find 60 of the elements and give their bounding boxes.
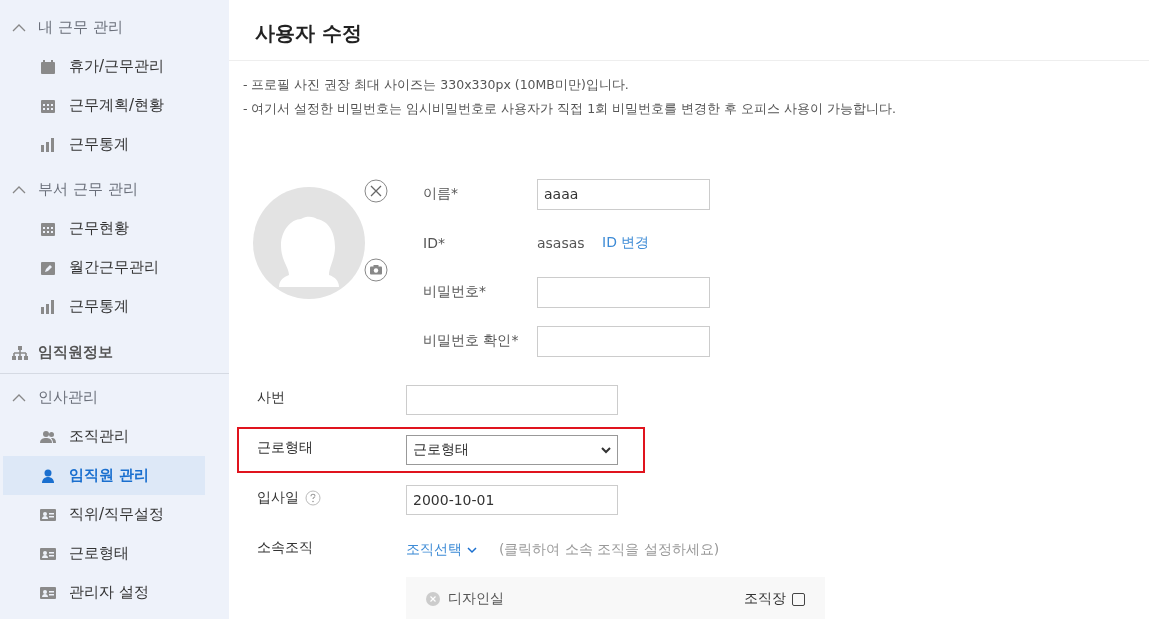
input-field[interactable] [406,385,618,415]
close-icon[interactable] [364,179,388,203]
calendar-icon [40,59,56,74]
page-title: 사용자 수정 [229,0,1149,61]
leader-checkbox[interactable] [792,592,805,606]
caret-icon [12,393,26,402]
id-value: asasas [537,235,586,251]
input-field[interactable]: aaaa [537,178,710,210]
calendar-pencil-icon [40,260,56,275]
sidebar-item[interactable]: 근무계획/현황 [3,86,205,125]
people-icon [40,429,56,444]
field-label: 이름* [423,185,459,203]
id-card-icon [40,585,56,600]
sidebar-item[interactable]: 근무통계 [3,125,205,164]
id-card-icon [40,546,56,561]
help-icon[interactable] [305,490,321,506]
org-name: 디자인실 [448,590,505,608]
sidebar-item[interactable]: 직위/직무설정 [3,495,205,534]
sidebar-item[interactable]: 근무통계 [3,287,205,326]
sidebar-item[interactable]: 임직원 관리 [3,456,205,495]
sidebar-item[interactable]: 월간근무관리 [3,248,205,287]
field-label: 소속조직 [257,539,313,557]
input-field[interactable] [537,325,710,357]
section-header[interactable]: 부서 근무 관리 [0,170,229,209]
caret-icon [12,185,26,194]
field-label: 비밀번호 확인* [423,332,520,350]
field-label: 비밀번호* [423,283,487,301]
calendar-grid-icon [40,221,56,236]
sidebar-item[interactable]: 휴가/근무관리 [3,47,205,86]
input-field[interactable] [537,276,710,308]
change-id-link[interactable]: ID 변경 [602,234,650,252]
remove-icon[interactable] [426,592,440,606]
org-chart-icon [12,345,28,360]
notice-text: - 프로필 사진 권장 최대 사이즈는 330x330px (10MB미만)입니다. [243,76,630,94]
section-header[interactable]: 내 근무 관리 [0,8,229,47]
chevron-down-icon [601,446,611,454]
sidebar-item[interactable]: 근로형태 [3,534,205,573]
field-label: 근로형태 [257,439,313,457]
sidebar-item[interactable]: 관리자 설정 [3,573,205,612]
org-select-link[interactable]: 조직선택 [406,529,477,559]
section-header[interactable]: 인사관리 [0,378,229,417]
input-field[interactable]: 2000-10-01 [406,485,618,515]
id-card-icon [40,507,56,522]
chevron-down-icon [467,546,477,554]
checkbox-label: 조직장 [744,590,786,608]
bar-chart-icon [40,137,56,152]
sidebar-item[interactable]: 근무현황 [3,209,205,248]
bar-chart-icon [40,299,56,314]
sidebar-item[interactable]: 임직원정보 [0,332,229,374]
select-field[interactable]: 근로형태 [406,435,618,465]
field-label: 사번 [257,389,285,407]
caret-icon [12,23,26,32]
person-icon [40,468,56,483]
notice-text: - 여기서 설정한 비밀번호는 임시비밀번호로 사용자가 직접 1회 비밀번호를 변경한 후 오피스 사용이 가능합니다. [243,100,898,118]
calendar-grid-icon [40,98,56,113]
field-label: ID* [423,235,446,251]
hint-text: (클릭하여 소속 조직을 설정하세요) [499,540,720,559]
camera-icon[interactable] [364,258,388,282]
sidebar-item[interactable]: 조직관리 [3,417,205,456]
field-label: 입사일 [257,489,299,507]
